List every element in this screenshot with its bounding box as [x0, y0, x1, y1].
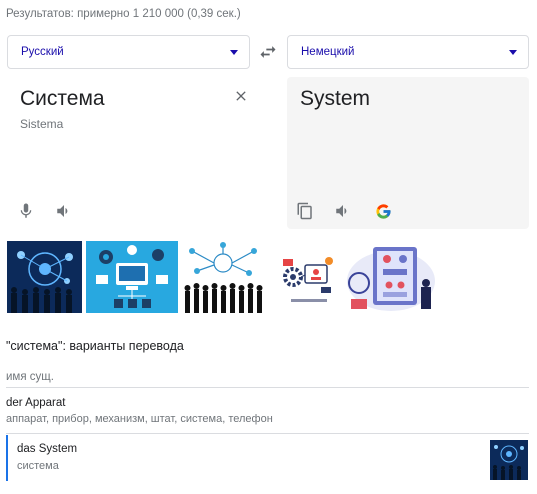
speaker-icon — [57, 205, 68, 217]
source-transliteration: Sistema — [20, 117, 64, 131]
part-of-speech-label: имя сущ. — [6, 371, 54, 383]
divider — [6, 387, 529, 388]
chevron-down-icon — [509, 50, 517, 55]
translation-pane: System — [287, 77, 529, 229]
computer-system-image — [86, 241, 178, 313]
google-logo-icon — [375, 203, 391, 219]
source-text-pane[interactable]: Система Sistema — [7, 77, 261, 229]
swap-arrows-icon — [260, 46, 276, 58]
image-result[interactable] — [7, 241, 82, 313]
listen-source-button[interactable] — [54, 201, 74, 221]
image-result[interactable] — [345, 241, 437, 313]
close-icon — [236, 91, 246, 101]
microphone-icon — [20, 203, 32, 218]
target-language-select[interactable]: Немецкий — [287, 35, 529, 69]
source-language-label: Русский — [21, 46, 64, 58]
image-result[interactable] — [182, 241, 264, 313]
divider — [6, 433, 529, 434]
variant-synonyms: аппарат, прибор, механизм, штат, система… — [6, 413, 273, 425]
variant-word[interactable]: das System — [17, 443, 77, 455]
results-stats: Результатов: примерно 1 210 000 (0,39 се… — [6, 8, 241, 20]
chevron-down-icon — [230, 50, 238, 55]
target-language-label: Немецкий — [301, 46, 355, 58]
system-setting-image — [275, 241, 343, 313]
copy-icon — [297, 202, 312, 220]
people-network-image — [182, 241, 264, 313]
business-network-image — [490, 440, 528, 480]
variant-synonyms: система — [17, 460, 59, 472]
selected-variant-indicator — [6, 435, 8, 481]
translation-variants-title: "система": варианты перевода — [6, 339, 184, 353]
variant-word[interactable]: der Apparat — [6, 397, 65, 409]
translation-text: System — [300, 87, 371, 110]
open-in-google-translate-button[interactable] — [373, 201, 393, 221]
copy-translation-button[interactable] — [295, 201, 315, 221]
business-network-image — [7, 241, 82, 313]
image-result[interactable] — [86, 241, 178, 313]
clear-source-button[interactable] — [233, 88, 249, 104]
swap-languages-button[interactable] — [258, 42, 278, 62]
source-language-select[interactable]: Русский — [7, 35, 250, 69]
flowchart-image — [345, 241, 437, 313]
image-result[interactable] — [275, 241, 343, 313]
listen-translation-button[interactable] — [333, 201, 353, 221]
voice-input-button[interactable] — [16, 201, 36, 221]
variant-image[interactable] — [490, 440, 528, 480]
source-text[interactable]: Система — [20, 87, 105, 111]
speaker-icon — [336, 205, 347, 217]
